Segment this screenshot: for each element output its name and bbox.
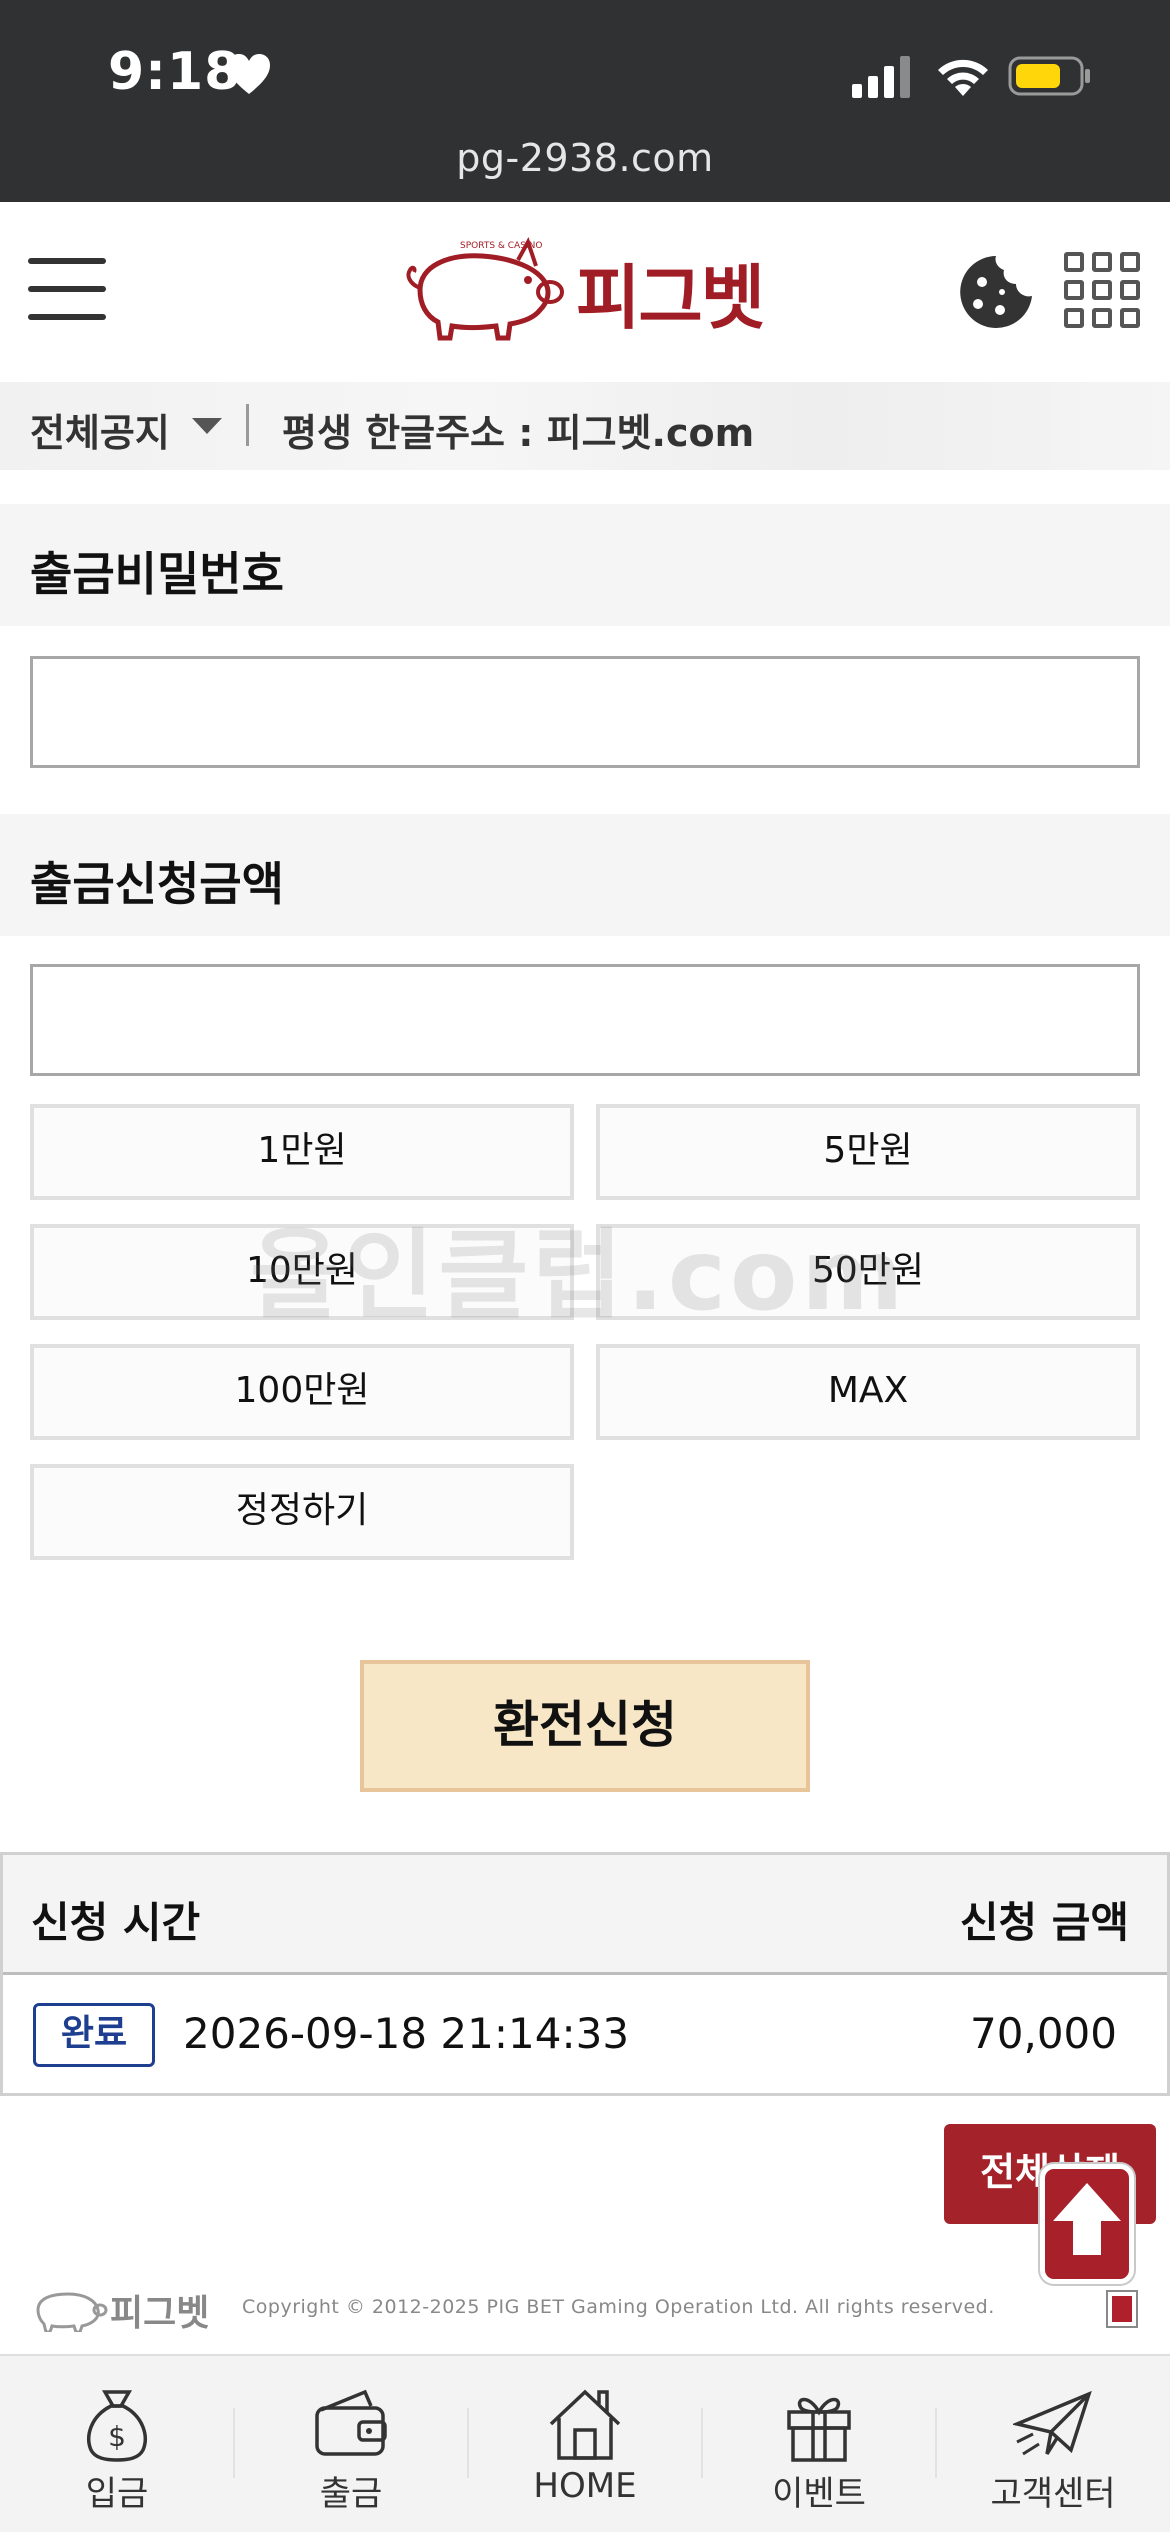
nav-home[interactable]: HOME bbox=[468, 2356, 702, 2532]
amount-label: 출금신청금액 bbox=[30, 857, 284, 911]
address-bar-url[interactable]: pg-2938.com bbox=[0, 136, 1170, 180]
amount-max-button[interactable]: MAX bbox=[596, 1344, 1140, 1440]
cellular-signal-icon bbox=[852, 56, 910, 98]
cookie-icon[interactable] bbox=[956, 252, 1036, 332]
battery-icon bbox=[1008, 56, 1090, 96]
withdraw-password-input[interactable] bbox=[30, 656, 1140, 768]
notice-bar: 전체공지 평생 한글주소 : 피그벳.com bbox=[0, 382, 1170, 470]
amount-100k-button[interactable]: 10만원 bbox=[30, 1224, 574, 1320]
gift-icon bbox=[787, 2397, 851, 2462]
amount-10k-button[interactable]: 1만원 bbox=[30, 1104, 574, 1200]
table-row: 완료 2026-09-18 21:14:33 70,000 bbox=[3, 1975, 1167, 2093]
grid-menu-icon[interactable] bbox=[1064, 252, 1140, 328]
notice-category-select[interactable]: 전체공지 bbox=[30, 402, 170, 457]
withdraw-amount-input[interactable] bbox=[30, 964, 1140, 1076]
nav-customer-center[interactable]: 고객센터 bbox=[936, 2356, 1170, 2532]
nav-label: 입금 bbox=[85, 2474, 149, 2514]
nav-label: 이벤트 bbox=[772, 2474, 866, 2514]
logo-text: 피그벳 bbox=[576, 257, 765, 339]
amount-50k-button[interactable]: 5만원 bbox=[596, 1104, 1140, 1200]
amount-500k-button[interactable]: 50만원 bbox=[596, 1224, 1140, 1320]
table-header: 신청 시간 신청 금액 bbox=[3, 1855, 1167, 1975]
withdraw-history-table: 신청 시간 신청 금액 완료 2026-09-18 21:14:33 70,00… bbox=[0, 1852, 1170, 2096]
header-request-amount: 신청 금액 bbox=[959, 1898, 1129, 1947]
nav-withdraw[interactable]: 출금 bbox=[234, 2356, 468, 2532]
wallet-icon bbox=[315, 2389, 387, 2456]
caret-down-icon[interactable] bbox=[192, 418, 222, 434]
logo-tagline: SPORTS & CASINO bbox=[460, 241, 542, 251]
footer-logo: 피그벳 bbox=[30, 2284, 210, 2334]
wifi-icon bbox=[938, 59, 988, 96]
money-bag-icon: $ bbox=[87, 2390, 147, 2462]
pig-logo-icon: SPORTS & CASINO bbox=[406, 237, 564, 341]
arrow-up-icon bbox=[1053, 2183, 1121, 2255]
divider bbox=[246, 404, 249, 446]
reset-amount-button[interactable]: 정정하기 bbox=[30, 1464, 574, 1560]
menu-icon[interactable] bbox=[28, 254, 106, 324]
notice-text[interactable]: 평생 한글주소 : 피그벳.com bbox=[282, 402, 754, 457]
amount-1m-button[interactable]: 100만원 bbox=[30, 1344, 574, 1440]
site-logo[interactable]: SPORTS & CASINO 피그벳 bbox=[400, 232, 780, 342]
status-bar: 9:18 pg-2938.com bbox=[0, 0, 1170, 202]
status-badge: 완료 bbox=[33, 2003, 155, 2067]
header-request-time: 신청 시간 bbox=[31, 1898, 201, 1947]
age-rating-icon bbox=[1106, 2290, 1138, 2328]
copyright-text: Copyright © 2012-2025 PIG BET Gaming Ope… bbox=[242, 2296, 995, 2318]
bottom-navigation: $ 입금 출금 HOME 이벤트 고객센터 bbox=[0, 2354, 1170, 2532]
site-header: SPORTS & CASINO 피그벳 bbox=[0, 202, 1170, 382]
nav-label: 출금 bbox=[319, 2474, 383, 2514]
nav-label: 고객센터 bbox=[990, 2474, 1116, 2514]
home-icon bbox=[549, 2389, 621, 2460]
withdraw-submit-button[interactable]: 환전신청 bbox=[360, 1660, 810, 1792]
clock: 9:18 bbox=[108, 42, 242, 102]
heart-icon bbox=[228, 54, 270, 94]
footer-logo-text: 피그벳 bbox=[110, 2293, 210, 2334]
pig-logo-icon bbox=[36, 2292, 108, 2332]
request-time-cell: 2026-09-18 21:14:33 bbox=[183, 2009, 630, 2058]
amount-section-header: 출금신청금액 bbox=[0, 814, 1170, 936]
nav-event[interactable]: 이벤트 bbox=[702, 2356, 936, 2532]
nav-deposit[interactable]: $ 입금 bbox=[0, 2356, 234, 2532]
nav-label: HOME bbox=[533, 2466, 637, 2506]
svg-text:$: $ bbox=[108, 2420, 126, 2453]
password-section-header: 출금비밀번호 bbox=[0, 504, 1170, 626]
password-label: 출금비밀번호 bbox=[30, 547, 284, 601]
request-amount-cell: 70,000 bbox=[970, 2009, 1117, 2058]
scroll-to-top-button[interactable] bbox=[1040, 2164, 1134, 2284]
paper-plane-icon bbox=[1013, 2390, 1092, 2456]
